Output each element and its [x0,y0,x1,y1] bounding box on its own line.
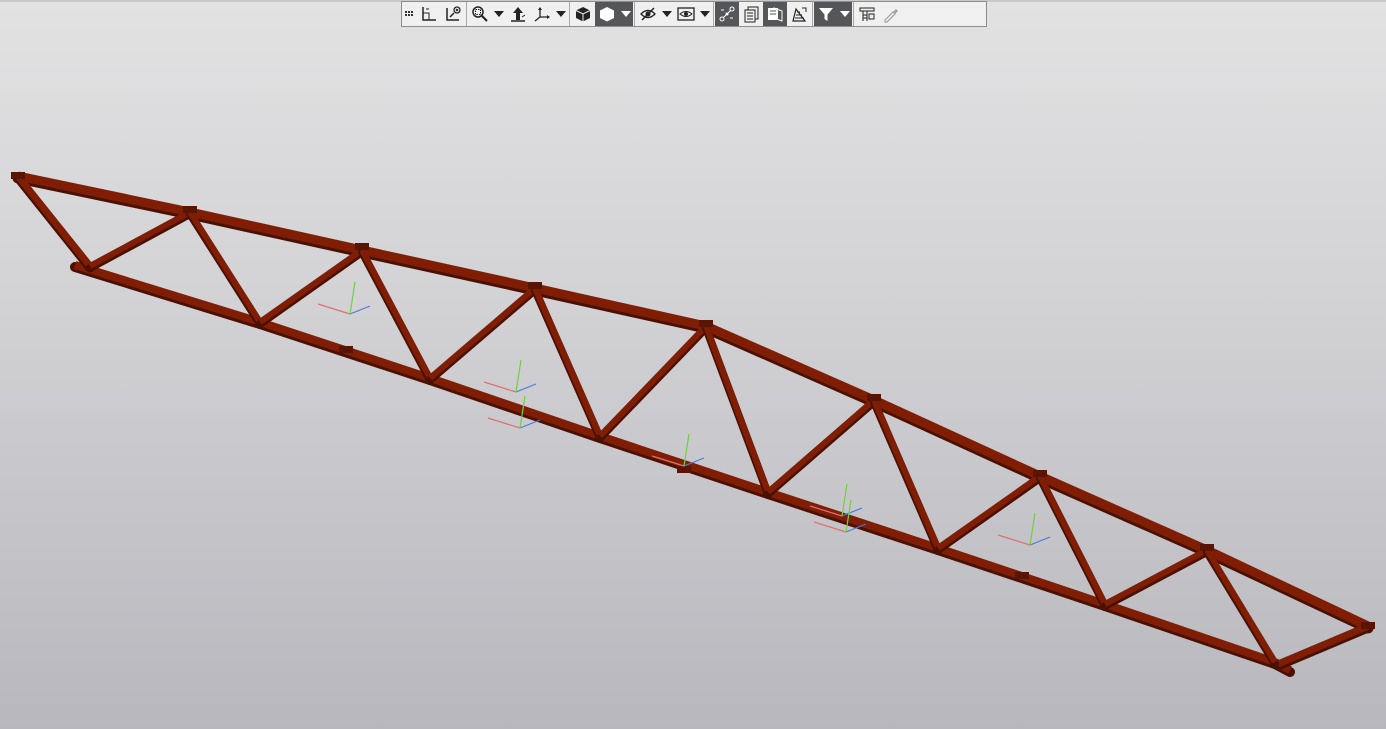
steel-truss-model[interactable] [11,171,1375,677]
z-axis-marker [515,383,537,393]
constraints-button[interactable] [715,2,739,26]
web-member[interactable] [428,285,537,381]
y-axis-marker [1029,512,1036,546]
model-viewport[interactable] [0,0,1386,729]
gusset-plate[interactable] [11,172,25,179]
dropdown-arrow-icon [556,11,566,17]
solid-cube-icon [575,7,591,22]
coordinate-axes-button[interactable] [530,2,554,26]
orientation-button[interactable] [506,2,530,26]
y-axis-marker [349,281,356,315]
top-chord[interactable] [189,207,363,255]
orientation-icon [511,7,526,22]
eyedropper-button[interactable] [879,2,903,26]
web-member[interactable] [1103,547,1209,607]
assembly-tree-button[interactable] [855,2,879,26]
layers-button[interactable] [739,2,763,26]
hide-icon [640,7,656,21]
gusset-plate[interactable] [867,394,881,401]
assembly-tree-icon [859,7,875,21]
filter-button[interactable] [814,2,838,26]
dropdown-arrow-icon [700,11,710,17]
section-view-icon [768,7,783,22]
z-axis-marker [519,419,541,429]
z-axis-marker [349,305,371,315]
x-axis-marker [317,303,351,315]
shaded-display-icon [600,7,614,22]
dropdown-arrow-icon [662,11,672,17]
gusset-plate[interactable] [528,282,542,289]
web-member[interactable] [258,247,364,325]
zoom-window-icon [472,6,488,22]
bottom-chord[interactable] [1103,600,1277,666]
plane-layers-icon [792,7,807,22]
web-member[interactable] [88,209,192,269]
filter-icon [819,8,833,21]
local-coordinate-system-icon [422,7,436,21]
z-axis-marker [1029,536,1051,546]
filter-dropdown[interactable] [838,2,852,26]
show-hidden-button[interactable] [674,2,698,26]
zoom-to-fit-button[interactable] [441,2,465,26]
z-axis-marker [841,507,863,517]
plane-layers-button[interactable] [787,2,811,26]
toolbar-grip-icon[interactable] [403,10,417,18]
layers-icon [744,6,759,23]
show-hidden-icon [677,7,695,21]
coordinate-axes-icon [534,7,550,22]
solid-view-button[interactable] [571,2,595,26]
y-axis-marker [515,359,522,393]
gusset-plate[interactable] [355,243,369,250]
web-member[interactable] [936,473,1042,551]
hide-button[interactable] [636,2,660,26]
display-dropdown[interactable] [619,2,633,26]
toolbar-group-visibility [635,2,714,26]
toolbar-group-tools [714,2,813,26]
section-view-button[interactable] [763,2,787,26]
web-member[interactable] [766,397,876,495]
end-post[interactable] [1276,622,1370,668]
constraints-icon [719,6,735,22]
y-axis-marker [841,483,848,517]
top-chord[interactable] [361,245,536,293]
eyedropper-icon [884,9,898,23]
view-toolbar [401,1,987,27]
shaded-display-button[interactable] [595,2,619,26]
toolbar-group-zoom [467,2,570,26]
gusset-plate[interactable] [1200,544,1214,551]
top-chord[interactable] [534,283,707,331]
toolbar-group-handle [402,2,467,26]
x-axis-marker [487,417,521,429]
x-axis-marker [813,521,847,533]
gusset-plate[interactable] [1361,622,1375,629]
axes-dropdown[interactable] [554,2,568,26]
toolbar-group-misc [854,2,904,26]
top-chord[interactable] [1038,471,1209,555]
local-coordinate-system-button[interactable] [417,2,441,26]
gusset-plate[interactable] [699,320,713,327]
gusset-plate[interactable] [1015,572,1029,579]
toolbar-group-filter [813,2,854,26]
zoom-to-fit-icon [446,6,461,21]
toolbar-group-display [570,2,635,26]
gusset-plate[interactable] [1033,470,1047,477]
gusset-plate[interactable] [339,346,353,353]
dropdown-arrow-icon [621,11,631,17]
hide-dropdown[interactable] [660,2,674,26]
x-axis-marker [997,534,1031,546]
web-member[interactable] [597,323,709,439]
zoom-dropdown[interactable] [492,2,506,26]
dropdown-arrow-icon [494,11,504,17]
gusset-plate[interactable] [677,466,691,473]
show-dropdown[interactable] [698,2,712,26]
gusset-plate[interactable] [183,206,197,213]
zoom-window-button[interactable] [468,2,492,26]
x-axis-marker [483,381,517,393]
dropdown-arrow-icon [840,11,850,17]
